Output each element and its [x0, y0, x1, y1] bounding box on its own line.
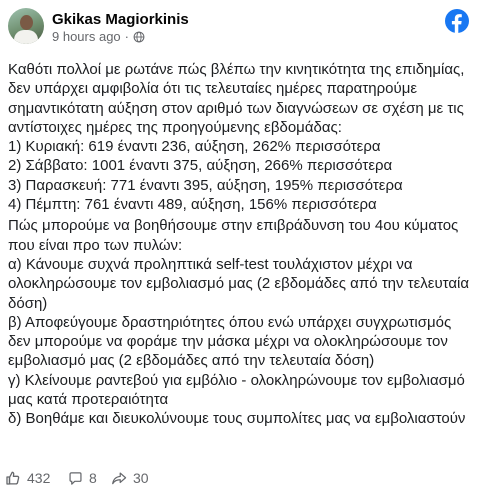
- comments-count[interactable]: 8: [68, 470, 97, 486]
- like-icon: [6, 471, 20, 485]
- stat-item-sunday: 1) Κυριακή: 619 έναντι 236, αύξηση, 262%…: [8, 138, 381, 156]
- avatar[interactable]: [8, 8, 44, 44]
- shares-count[interactable]: 30: [111, 470, 149, 486]
- author-name[interactable]: Gkikas Magiorkinis: [52, 11, 189, 28]
- post-paragraph-intro: Καθότι πολλοί με ρωτάνε πώς βλέπω την κι…: [8, 61, 465, 136]
- advice-item-a: α) Κάνουμε συχνά προληπτικά self-test το…: [8, 255, 470, 312]
- avatar-head: [20, 15, 33, 30]
- advice-item-c: γ) Κλείνουμε ραντεβού για εμβόλιο - ολοκ…: [8, 371, 465, 409]
- advice-item-b: β) Αποφεύγουμε δραστηριότητες όπου ενώ υ…: [8, 313, 452, 370]
- share-icon: [112, 471, 127, 484]
- post-timestamp[interactable]: 9 hours ago: [52, 29, 121, 44]
- globe-icon[interactable]: [133, 31, 145, 43]
- post-header: Gkikas Magiorkinis 9 hours ago ·: [0, 0, 479, 52]
- post-footer: 432 8 30: [0, 470, 479, 495]
- stat-item-saturday: 2) Σάββατο: 1001 έναντι 375, αύξηση, 266…: [8, 157, 393, 175]
- meta-separator: ·: [124, 29, 130, 44]
- likes-count[interactable]: 432: [5, 470, 50, 486]
- facebook-post-card: Gkikas Magiorkinis 9 hours ago · Καθότι …: [0, 0, 479, 495]
- comment-icon: [69, 471, 82, 485]
- likes-value: 432: [27, 470, 51, 486]
- avatar-shirt: [14, 30, 38, 44]
- stat-item-thursday: 4) Πέμπτη: 761 έναντι 489, αύξηση, 156% …: [8, 196, 377, 214]
- post-body: Καθότι πολλοί με ρωτάνε πώς βλέπω την κι…: [8, 60, 474, 429]
- shares-value: 30: [133, 470, 149, 486]
- stat-item-friday: 3) Παρασκευή: 771 έναντι 395, αύξηση, 19…: [8, 176, 403, 194]
- facebook-logo-icon[interactable]: [445, 9, 469, 33]
- post-paragraph-question: Πώς μπορούμε να βοηθήσουμε στην επιβράδυ…: [8, 217, 459, 254]
- comments-value: 8: [89, 470, 97, 486]
- advice-item-d: δ) Βοηθάμε και διευκολύνουμε τους συμπολ…: [8, 410, 466, 428]
- post-meta: 9 hours ago ·: [52, 29, 145, 44]
